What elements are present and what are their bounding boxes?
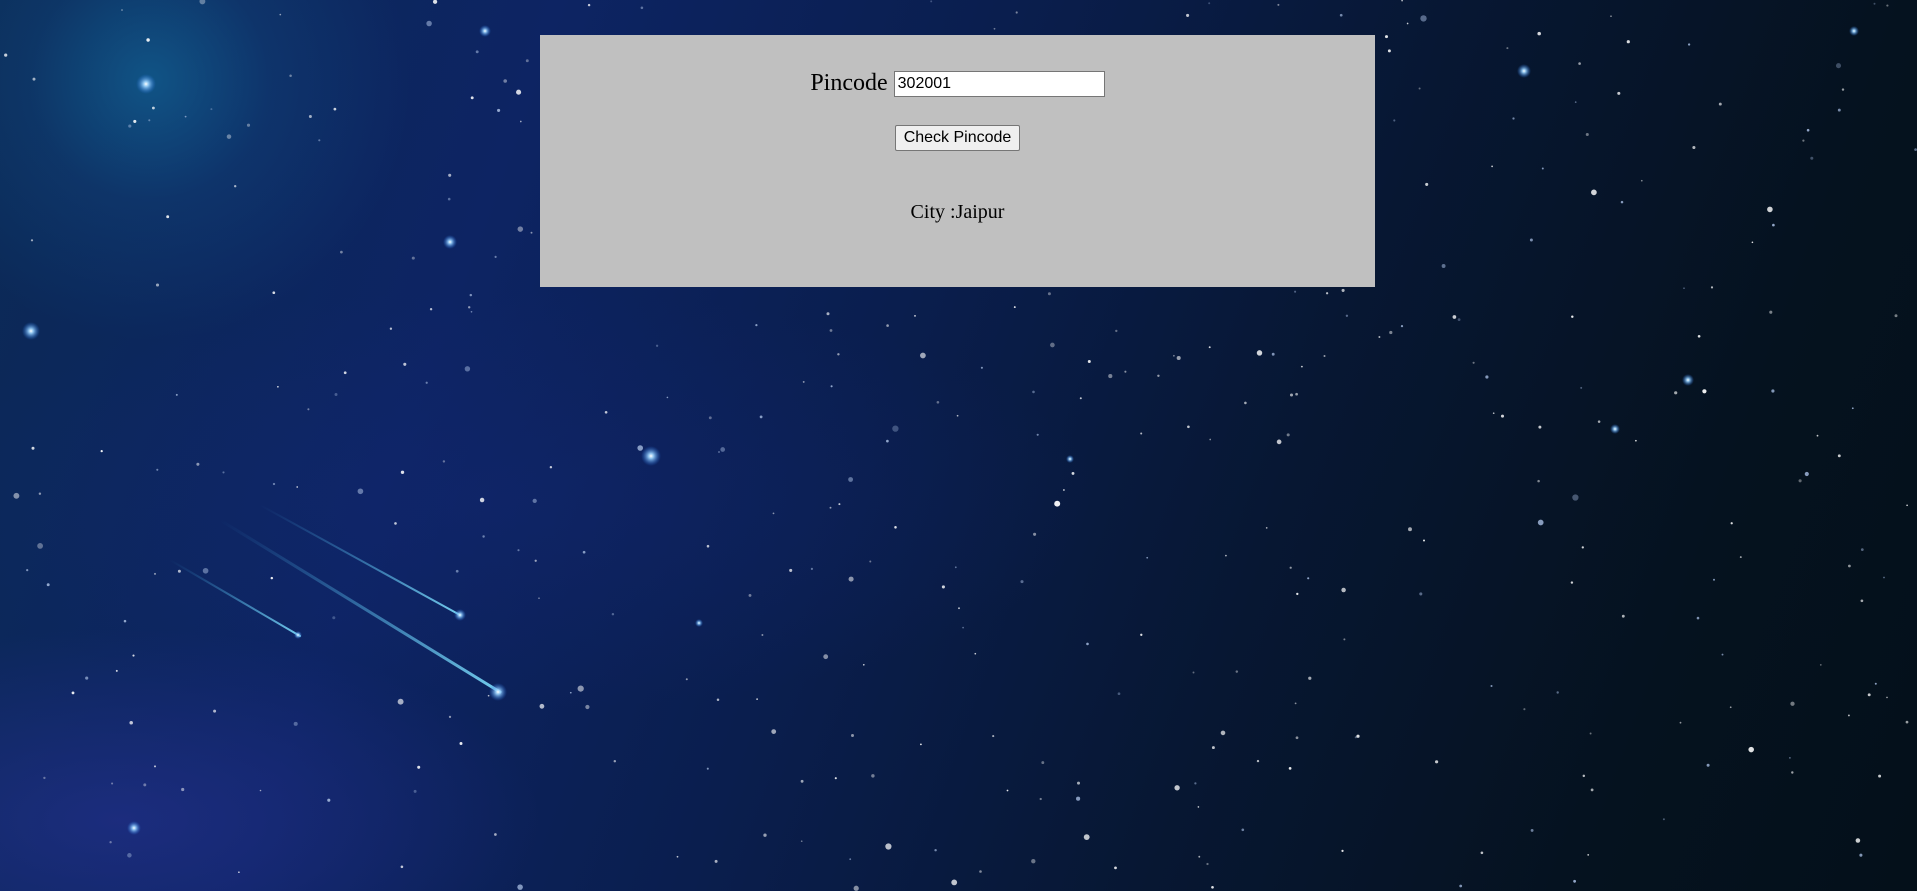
city-result-prefix: City : [910,201,956,223]
city-result-value: Jaipur [955,201,1005,223]
pincode-label: Pincode [810,70,888,96]
city-result: City :Jaipur [540,201,1375,224]
shooting-stars [169,504,507,701]
button-row: Check Pincode [540,125,1375,151]
check-pincode-button[interactable]: Check Pincode [894,125,1021,151]
pincode-input[interactable] [893,70,1105,97]
pincode-panel: Pincode Check Pincode City :Jaipur [540,35,1375,287]
pincode-row: Pincode [540,70,1375,97]
